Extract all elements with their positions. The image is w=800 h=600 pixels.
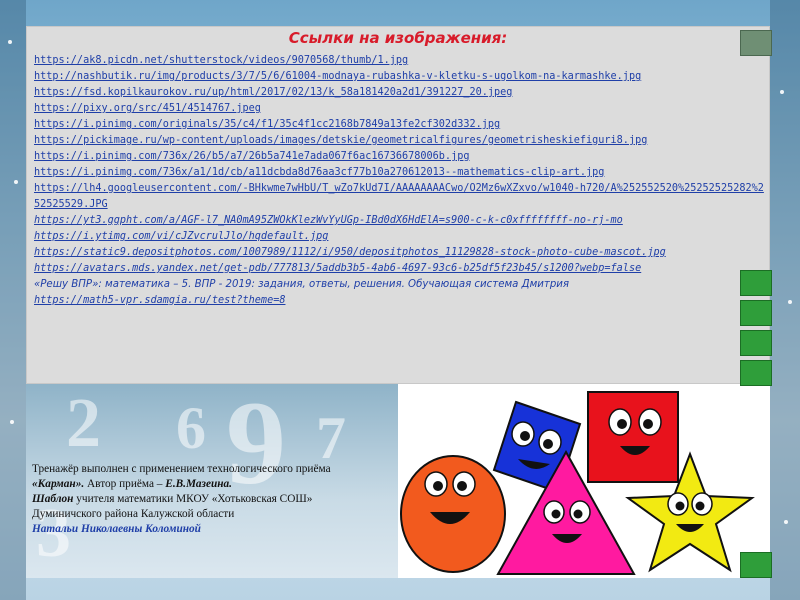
image-link[interactable]: https://fsd.kopilkaurokov.ru/up/html/201… [34,85,764,101]
image-link[interactable]: https://ak8.picdn.net/shutterstock/video… [34,53,764,69]
nav-button[interactable] [740,360,772,386]
orange-circle-shape [400,455,506,573]
source-description: «Решу ВПР»: математика – 5. ВПР - 2019: … [34,279,570,290]
snowflake [788,300,792,304]
template-label: Шаблон [32,493,74,505]
technique-name: «Карман». [32,478,85,490]
source-link[interactable]: https://math5-vpr.sdamgia.ru/test?theme=… [34,293,764,309]
credits-text-part: учителя математики МКОУ «Хотьковская СОШ… [73,493,313,505]
snowflake [14,180,18,184]
links-panel: Ссылки на изображения: https://ak8.picdn… [26,26,770,384]
image-link[interactable]: https://pixy.org/src/451/4514767.jpeg [34,101,764,117]
snowflake [10,420,14,424]
image-link[interactable]: https://lh4.googleusercontent.com/-BHkwm… [34,181,764,213]
links-list: https://ak8.picdn.net/shutterstock/video… [34,53,764,309]
shapes-illustration [400,391,755,575]
nav-button[interactable] [740,300,772,326]
page-title: Ссылки на изображения: [288,29,508,47]
nav-button[interactable] [740,552,772,578]
template-author: Натальи Николаевны Коломиной [32,523,201,535]
image-link[interactable]: https://static9.depositphotos.com/100798… [34,245,764,261]
nav-button[interactable] [740,330,772,356]
image-link[interactable]: https://avatars.mds.yandex.net/get-pdb/7… [34,261,764,277]
image-link[interactable]: https://i.pinimg.com/736x/a1/1d/cb/a11dc… [34,165,764,181]
image-link[interactable]: https://yt3.ggpht.com/a/AGF-l7_NA0mA95ZW… [34,213,764,229]
geometric-shapes-image [398,384,770,578]
credits-line: Думиничского района Калужской области [32,508,235,520]
snowflake [780,90,784,94]
credits-text: Тренажёр выполнен с применением технолог… [32,462,392,537]
credits-area: 9 2 6 7 3 Тренажёр выполнен с применение… [26,384,398,578]
credits-line: Тренажёр выполнен с применением технолог… [32,463,331,475]
tree-silhouette-right [770,0,800,600]
red-square-shape [587,391,679,483]
credits-text-part: Автор приёма – [84,478,166,490]
background-number: 2 [66,385,101,462]
nav-button-top[interactable] [740,30,772,56]
image-link[interactable]: https://i.ytimg.com/vi/cJZvcrulJlo/hqdef… [34,229,764,245]
credits-line: Шаблон учителя математики МКОУ «Хотьковс… [32,492,392,507]
nav-button[interactable] [740,270,772,296]
snowflake [8,40,12,44]
image-link[interactable]: https://i.pinimg.com/736x/26/b5/a7/26b5a… [34,149,764,165]
credits-line: «Карман». Автор приёма – Е.В.Мазеина. [32,477,392,492]
tree-silhouette-left [0,0,26,600]
image-link[interactable]: https://i.pinimg.com/originals/35/c4/f1/… [34,117,764,133]
background-number: 6 [176,395,206,461]
image-link[interactable]: http://nashbutik.ru/img/products/3/7/5/6… [34,69,764,85]
image-link[interactable]: https://pickimage.ru/wp-content/uploads/… [34,133,764,149]
technique-author: Е.В.Мазеина. [165,478,232,490]
snowflake [784,520,788,524]
